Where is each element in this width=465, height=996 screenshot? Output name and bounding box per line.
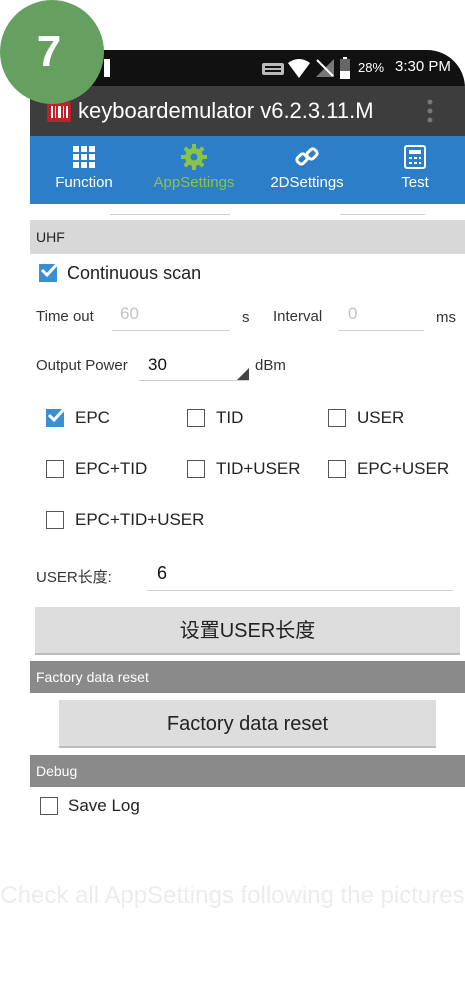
epc-tid-user-checkbox[interactable] <box>46 511 64 529</box>
checkmark-icon <box>47 406 68 423</box>
scrolled-field-left <box>110 204 230 215</box>
output-power-value: 30 <box>148 355 167 374</box>
tid-user-checkbox[interactable] <box>187 460 205 478</box>
phone-screen: 28% 3:30 PM keyboardemulator v6.2.3.11.M… <box>30 50 465 876</box>
tab-2dsettings[interactable]: 2DSettings <box>258 136 356 204</box>
user-length-value: 6 <box>157 563 168 583</box>
option-tid[interactable]: TID <box>187 408 243 428</box>
step-badge: 7 <box>0 0 104 104</box>
checkmark-icon <box>40 261 61 278</box>
user-length-label: USER长度: <box>36 569 112 586</box>
option-epc-tid[interactable]: EPC+TID <box>46 459 147 479</box>
link-icon <box>295 147 319 166</box>
option-epc[interactable]: EPC <box>46 406 110 428</box>
option-tid-user[interactable]: TID+USER <box>187 459 301 479</box>
continuous-scan-label: Continuous scan <box>67 262 202 283</box>
epc-checkbox[interactable] <box>46 406 68 427</box>
save-log-checkbox[interactable] <box>40 797 58 815</box>
user-length-input[interactable]: 6 <box>147 560 453 591</box>
timeout-unit: s <box>242 309 250 326</box>
tab-label: Function <box>55 174 113 191</box>
interval-label: Interval <box>273 308 323 325</box>
tid-checkbox[interactable] <box>187 409 205 427</box>
continuous-scan-checkbox[interactable] <box>39 261 61 282</box>
tab-appsettings[interactable]: AppSettings <box>140 136 248 204</box>
calculator-icon <box>404 145 426 169</box>
keyboard-icon <box>262 63 284 75</box>
continuous-scan-row[interactable]: Continuous scan <box>39 261 202 284</box>
interval-value: 0 <box>348 304 358 323</box>
output-power-select[interactable]: 30 <box>139 352 249 381</box>
option-label: EPC+TID+USER <box>75 510 205 529</box>
wifi-icon <box>288 59 310 78</box>
tab-label: AppSettings <box>153 174 235 191</box>
set-user-length-button[interactable]: 设置USER长度 <box>35 607 460 655</box>
interval-input[interactable]: 0 <box>338 302 424 331</box>
app-title: keyboardemulator v6.2.3.11.M <box>78 98 374 123</box>
battery-percent: 28% <box>358 60 385 75</box>
tab-test[interactable]: Test <box>375 136 455 204</box>
instruction-caption: Check all AppSettings following the pict… <box>0 882 465 909</box>
option-epc-user[interactable]: EPC+USER <box>328 459 449 479</box>
option-user[interactable]: USER <box>328 408 404 428</box>
debug-section-header: Debug <box>30 755 465 787</box>
option-label: EPC+USER <box>357 459 450 478</box>
overflow-menu-icon[interactable] <box>427 98 433 124</box>
output-power-label: Output Power <box>36 357 128 374</box>
grid-icon <box>73 146 95 168</box>
timeout-value: 60 <box>120 304 139 323</box>
factory-reset-section-header: Factory data reset <box>30 661 465 693</box>
battery-icon <box>340 57 350 79</box>
barcode-app-icon <box>47 102 71 122</box>
interval-unit: ms <box>436 309 456 326</box>
scrolled-field-right <box>340 204 425 215</box>
save-log-label: Save Log <box>68 796 140 815</box>
tab-label: 2DSettings <box>270 174 344 191</box>
option-epc-tid-user[interactable]: EPC+TID+USER <box>46 510 204 530</box>
epc-tid-checkbox[interactable] <box>46 460 64 478</box>
signal-off-icon <box>316 59 334 77</box>
uhf-section-header: UHF <box>30 220 465 254</box>
tab-function[interactable]: Function <box>40 136 128 204</box>
notification-icon <box>104 59 110 77</box>
timeout-label: Time out <box>36 308 94 325</box>
save-log-row[interactable]: Save Log <box>40 796 140 816</box>
clock: 3:30 PM <box>395 58 451 75</box>
app-title-bar: keyboardemulator v6.2.3.11.M <box>30 86 465 136</box>
epc-user-checkbox[interactable] <box>328 460 346 478</box>
option-label: EPC <box>75 408 110 427</box>
output-power-unit: dBm <box>255 357 286 374</box>
option-label: EPC+TID <box>75 459 148 478</box>
option-label: USER <box>357 408 405 427</box>
tab-bar: Function AppSettings 2DSettings Test <box>30 136 465 204</box>
timeout-input[interactable]: 60 <box>112 302 230 331</box>
gear-icon <box>181 144 207 170</box>
factory-reset-button[interactable]: Factory data reset <box>59 700 436 748</box>
user-checkbox[interactable] <box>328 409 346 427</box>
tab-label: Test <box>401 174 429 191</box>
option-label: TID+USER <box>216 459 301 478</box>
option-label: TID <box>216 408 244 427</box>
dropdown-triangle-icon <box>237 368 249 380</box>
